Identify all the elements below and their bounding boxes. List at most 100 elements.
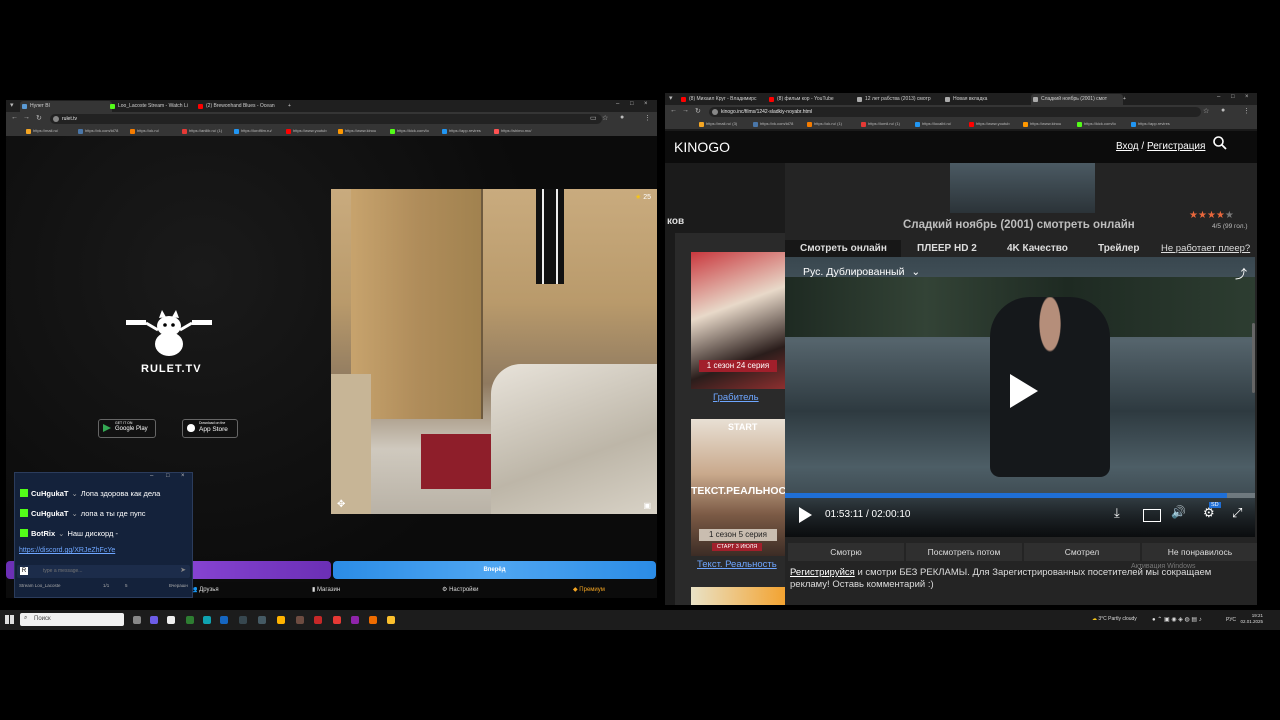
browser-tab[interactable]: 12 лет рабства (2013) смотр (855, 94, 947, 105)
app-icon-10[interactable] (314, 616, 322, 624)
bookmark-item[interactable]: https://shimo.mo/ (494, 128, 547, 134)
start-icon[interactable] (5, 615, 14, 624)
tab-search-icon[interactable]: ▾ (669, 94, 673, 102)
bookmark-item[interactable]: https://ok.ru/ (130, 128, 183, 134)
footer-channel[interactable]: Stream Loo_Lacoste (19, 583, 61, 588)
bookmark-item[interactable]: https://lordfilm.ru/ (234, 128, 287, 134)
menu-icon[interactable]: ⋮ (644, 114, 651, 122)
left-url-field[interactable]: rulet.tv (50, 114, 602, 124)
weather[interactable]: ☁ 3°C Partly cloudy (1092, 616, 1137, 622)
tab-search-icon[interactable]: ▾ (10, 101, 14, 109)
bookmark-item[interactable]: https://kick.com/lo (390, 128, 443, 134)
maximize-icon[interactable]: □ (630, 101, 634, 107)
video-player[interactable]: Рус. Дублированный ⌄ ⤴ 01:53:11 / 02:00:… (785, 257, 1255, 537)
browser-tab[interactable]: (8) фильм кор - YouTube (767, 94, 859, 105)
move-icon[interactable]: ✥ (337, 499, 345, 510)
action-button[interactable]: Смотрел (1024, 543, 1140, 561)
poster-title-2[interactable]: Текст. Реальность (697, 559, 777, 570)
rating-star-icon[interactable]: ★ (1207, 210, 1216, 221)
volume-icon[interactable]: 🔊 (1171, 505, 1186, 519)
forward-icon[interactable]: → (682, 107, 689, 114)
chat-send-icon[interactable]: ➤ (180, 566, 186, 574)
bookmark-star-icon[interactable]: ☆ (602, 114, 608, 122)
chat-input[interactable] (43, 567, 173, 575)
close-icon[interactable]: × (644, 101, 648, 107)
tab-watch-online[interactable]: Смотреть онлайн (800, 240, 887, 257)
play-small-icon[interactable] (799, 507, 812, 523)
app-icon-5[interactable] (220, 616, 228, 624)
app-icon-13[interactable] (369, 616, 377, 624)
chat-maximize-icon[interactable]: □ (166, 473, 170, 479)
register-link[interactable]: Регистрация (1147, 141, 1205, 152)
download-icon[interactable]: ⤓ (1114, 505, 1120, 521)
clock[interactable]: 19:21 02.01.2025 (1237, 613, 1263, 625)
nav-friends[interactable]: 👥 Друзья (190, 586, 219, 593)
next-button[interactable]: Вперёд (333, 561, 656, 579)
tab-player-hd2[interactable]: ПЛЕЕР HD 2 (917, 240, 977, 257)
action-button[interactable]: Смотрю (788, 543, 904, 561)
site-info-icon[interactable] (53, 116, 59, 122)
search-icon[interactable] (1213, 136, 1227, 150)
bookmark-item[interactable]: https://app.revires (1131, 121, 1186, 127)
tab-4k[interactable]: 4K Качество (1007, 240, 1068, 257)
app-icon-9[interactable] (296, 616, 304, 624)
bookmark-item[interactable]: https://lomil.ru/ (1) (861, 121, 916, 127)
bookmark-item[interactable]: https://localbl.ru/ (915, 121, 970, 127)
bookmark-item[interactable]: https://vk.com/id78 (753, 121, 808, 127)
bookmark-item[interactable]: https://anilib.ru/ (1) (182, 128, 235, 134)
app-icon-1[interactable] (150, 616, 158, 624)
discord-link[interactable]: https://discord.gg/XRJeZhFcYe (19, 547, 115, 554)
bookmark-star-icon[interactable]: ☆ (1203, 107, 1209, 115)
maximize-icon[interactable]: □ (1231, 94, 1235, 100)
chrome-active-icon[interactable] (387, 616, 395, 624)
profile-icon[interactable]: ● (1221, 107, 1225, 114)
profile-icon[interactable]: ● (620, 114, 624, 121)
browser-tab[interactable]: Loo_Lacoste Stream - Watch Li (108, 101, 200, 112)
edge-icon[interactable] (203, 616, 211, 624)
pip-icon[interactable] (1143, 509, 1161, 522)
close-icon[interactable]: × (1245, 94, 1249, 100)
notice-register-link[interactable]: Регистрируйся (790, 567, 855, 578)
app-store-button[interactable]: Download on the App Store (182, 419, 238, 438)
browser-tab[interactable]: Новая вкладка (943, 94, 1035, 105)
back-icon[interactable]: ← (670, 107, 677, 114)
chat-close-icon[interactable]: × (181, 473, 185, 479)
reload-icon[interactable]: ↻ (695, 107, 701, 115)
play-icon[interactable] (1010, 374, 1038, 408)
scrollbar[interactable] (1252, 323, 1255, 393)
language[interactable]: РУС (1226, 617, 1236, 623)
app-icon-12[interactable] (351, 616, 359, 624)
new-tab-button[interactable]: + (1119, 94, 1126, 105)
nav-shop[interactable]: ▮ Магазин (312, 586, 340, 593)
poster-next[interactable] (691, 587, 785, 605)
new-tab-button[interactable]: + (284, 101, 291, 112)
login-link[interactable]: Вход (1116, 141, 1139, 152)
rating-star-icon[interactable]: ★ (1189, 210, 1198, 221)
nav-settings[interactable]: ⚙ Настройки (442, 586, 478, 593)
share-icon[interactable]: ⤴ (1235, 265, 1247, 282)
task-view-icon[interactable] (133, 616, 141, 624)
bookmark-item[interactable]: https://vk.com/id78 (78, 128, 131, 134)
chat-minimize-icon[interactable]: – (150, 473, 153, 479)
site-info-icon[interactable] (712, 109, 718, 115)
chat-avatar-icon[interactable]: R (20, 567, 28, 575)
bookmark-item[interactable]: https://app.revires (442, 128, 495, 134)
steam-icon[interactable] (239, 616, 247, 624)
browser-tab[interactable]: Сладкий ноябрь (2001) смот (1031, 94, 1123, 105)
chat-username[interactable]: CuHgukaT (31, 509, 69, 518)
rating-star-icon[interactable]: ★ (1198, 210, 1207, 221)
minimize-icon[interactable]: – (1217, 94, 1220, 100)
bookmark-item[interactable]: https://www.kinou (1023, 121, 1078, 127)
camera-feed[interactable]: ★ 25 ✥ ▣ (331, 189, 657, 514)
taskbar-search[interactable]: ⌕ Поиск (20, 613, 124, 626)
not-working-link[interactable]: Не работает плеер? (1161, 240, 1250, 257)
bookmark-item[interactable]: https://mail.ru/ (3) (699, 121, 754, 127)
tray-icons[interactable]: ● ⌃ ▣ ◉ ◈ ◍ ▤ ♪ (1152, 616, 1202, 623)
camera-switch-icon[interactable]: ▣ (643, 501, 651, 510)
bookmark-item[interactable]: https://www.kinou (338, 128, 391, 134)
minimize-icon[interactable]: – (616, 101, 619, 107)
nav-premium[interactable]: ◆ Премиум (573, 586, 605, 593)
bookmark-item[interactable]: https://mail.ru/ (26, 128, 79, 134)
kinogo-logo[interactable]: KINOGO (674, 139, 730, 155)
bookmark-item[interactable]: https://ok.ru/ (1) (807, 121, 862, 127)
